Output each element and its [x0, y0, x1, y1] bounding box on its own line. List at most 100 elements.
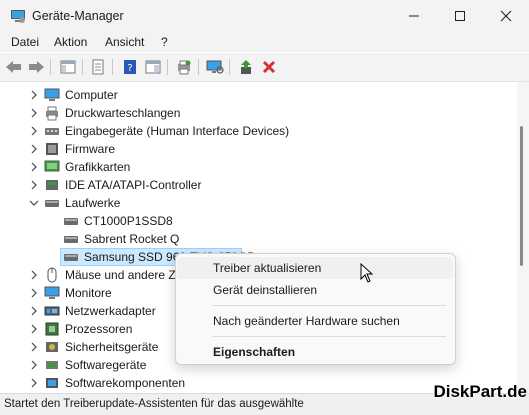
context-properties[interactable]: Eigenschaften: [177, 341, 453, 363]
disk-drive-icon: [45, 200, 59, 207]
processor-icon: [45, 322, 59, 336]
device-manager-window: Geräte-Manager Datei Aktion Ansicht ? ? …: [0, 0, 529, 415]
show-hide-console-tree-button[interactable]: [58, 57, 78, 77]
tree-item-label: Sabrent Rocket Q: [84, 232, 180, 246]
tree-item-label: Monitore: [65, 286, 112, 300]
context-separator: [212, 336, 446, 337]
maximize-icon: [455, 11, 465, 21]
tree-item-label: Laufwerke: [65, 196, 121, 210]
tree-item-firmware[interactable]: Firmware: [0, 140, 500, 158]
network-adapter-icon: [44, 306, 60, 316]
security-device-icon: [46, 342, 58, 352]
context-menu: Treiber aktualisieren Gerät deinstallier…: [175, 253, 456, 365]
watermark: DiskPart.de: [433, 382, 527, 401]
toolbar-separator: [82, 59, 83, 75]
context-item-label: Treiber aktualisieren: [213, 261, 322, 275]
menu-bar: Datei Aktion Ansicht ?: [0, 32, 529, 52]
tree-item-grafikkarten[interactable]: Grafikkarten: [0, 158, 500, 176]
firmware-icon: [46, 143, 58, 155]
console-tree-icon: [60, 60, 76, 74]
help-toolbar-button[interactable]: ?: [120, 57, 140, 77]
tree-item-ide-controller[interactable]: IDE ATA/ATAPI-Controller: [0, 176, 500, 194]
chevron-right-icon[interactable]: [29, 90, 39, 100]
chevron-right-icon[interactable]: [29, 108, 39, 118]
monitor-scan-icon: [206, 60, 224, 74]
chevron-right-icon[interactable]: [29, 270, 39, 280]
context-item-label: Nach geänderter Hardware suchen: [213, 314, 400, 328]
tree-item-label: Softwaregeräte: [65, 358, 147, 372]
action-pane-icon: [145, 60, 161, 74]
context-update-driver[interactable]: Treiber aktualisieren: [177, 257, 453, 279]
tree-item-sabrent-rocket-q[interactable]: Sabrent Rocket Q: [0, 230, 500, 248]
tree-item-label: Softwarekomponenten: [65, 376, 186, 390]
chevron-right-icon[interactable]: [29, 180, 39, 190]
scan-for-changes-button[interactable]: [205, 57, 225, 77]
software-device-icon: [46, 361, 58, 369]
vertical-scrollbar[interactable]: [517, 82, 529, 392]
back-button[interactable]: [4, 57, 24, 77]
uninstall-device-toolbar-button[interactable]: [259, 57, 279, 77]
chevron-right-icon[interactable]: [29, 144, 39, 154]
minimize-button[interactable]: [391, 0, 437, 32]
tree-item-computer[interactable]: Computer: [0, 86, 500, 104]
tree-item-laufwerke[interactable]: Laufwerke: [0, 194, 500, 212]
update-driver-icon: [241, 60, 251, 74]
action-pane-button[interactable]: [143, 57, 163, 77]
printer-icon: [46, 106, 58, 121]
properties-toolbar-button[interactable]: [88, 57, 108, 77]
context-scan-hardware[interactable]: Nach geänderter Hardware suchen: [177, 310, 453, 332]
forward-button[interactable]: [26, 57, 46, 77]
scan-hardware-toolbar-button[interactable]: [174, 57, 194, 77]
disk-drive-icon: [64, 236, 78, 243]
tree-item-softwarekomponenten[interactable]: Softwarekomponenten: [0, 374, 500, 392]
context-item-label: Eigenschaften: [213, 345, 296, 359]
toolbar-separator: [112, 59, 113, 75]
disk-drive-icon: [64, 218, 78, 225]
window-title: Geräte-Manager: [32, 9, 124, 23]
menu-ansicht[interactable]: Ansicht: [105, 35, 144, 49]
chevron-right-icon[interactable]: [29, 324, 39, 334]
toolbar-separator: [229, 59, 230, 75]
toolbar: ?: [0, 53, 529, 82]
maximize-button[interactable]: [437, 0, 483, 32]
toolbar-separator: [198, 59, 199, 75]
tree-item-label: Firmware: [65, 142, 115, 156]
tree-item-label: Prozessoren: [65, 322, 133, 336]
menu-aktion[interactable]: Aktion: [54, 35, 87, 49]
chevron-down-icon[interactable]: [29, 198, 39, 208]
properties-sheet-icon: [92, 59, 104, 75]
close-button[interactable]: [483, 0, 529, 32]
help-book-icon: ?: [124, 60, 136, 74]
chevron-right-icon[interactable]: [29, 288, 39, 298]
monitor-icon: [44, 286, 60, 299]
mouse-icon: [47, 267, 57, 283]
toolbar-separator: [50, 59, 51, 75]
close-icon: [500, 10, 512, 22]
menu-help[interactable]: ?: [161, 35, 168, 49]
uninstall-x-icon: [262, 60, 276, 74]
update-driver-toolbar-button[interactable]: [236, 57, 256, 77]
mouse-cursor-icon: [360, 263, 374, 283]
disk-drive-icon: [64, 254, 78, 261]
tree-item-eingabegeraete[interactable]: Eingabegeräte (Human Interface Devices): [0, 122, 500, 140]
tree-item-label: IDE ATA/ATAPI-Controller: [65, 178, 202, 192]
tree-item-druckwarteschlangen[interactable]: Druckwarteschlangen: [0, 104, 500, 122]
chevron-right-icon[interactable]: [29, 360, 39, 370]
computer-icon: [44, 88, 60, 101]
chevron-right-icon[interactable]: [29, 306, 39, 316]
print-scan-icon: [178, 60, 191, 75]
chevron-right-icon[interactable]: [29, 162, 39, 172]
context-uninstall-device[interactable]: Gerät deinstallieren: [177, 279, 453, 301]
device-manager-app-icon: [11, 10, 25, 23]
chevron-right-icon[interactable]: [29, 342, 39, 352]
tree-item-label: Druckwarteschlangen: [65, 106, 181, 120]
minimize-icon: [409, 15, 419, 17]
forward-arrow-icon: [29, 61, 44, 73]
scrollbar-thumb[interactable]: [520, 126, 523, 266]
status-text: Startet den Treiberupdate-Assistenten fü…: [4, 398, 304, 410]
tree-item-ct1000p1ssd8[interactable]: CT1000P1SSD8: [0, 212, 500, 230]
chevron-right-icon[interactable]: [29, 126, 39, 136]
chevron-right-icon[interactable]: [29, 378, 39, 388]
menu-datei[interactable]: Datei: [11, 35, 39, 49]
display-adapter-icon: [44, 160, 60, 172]
